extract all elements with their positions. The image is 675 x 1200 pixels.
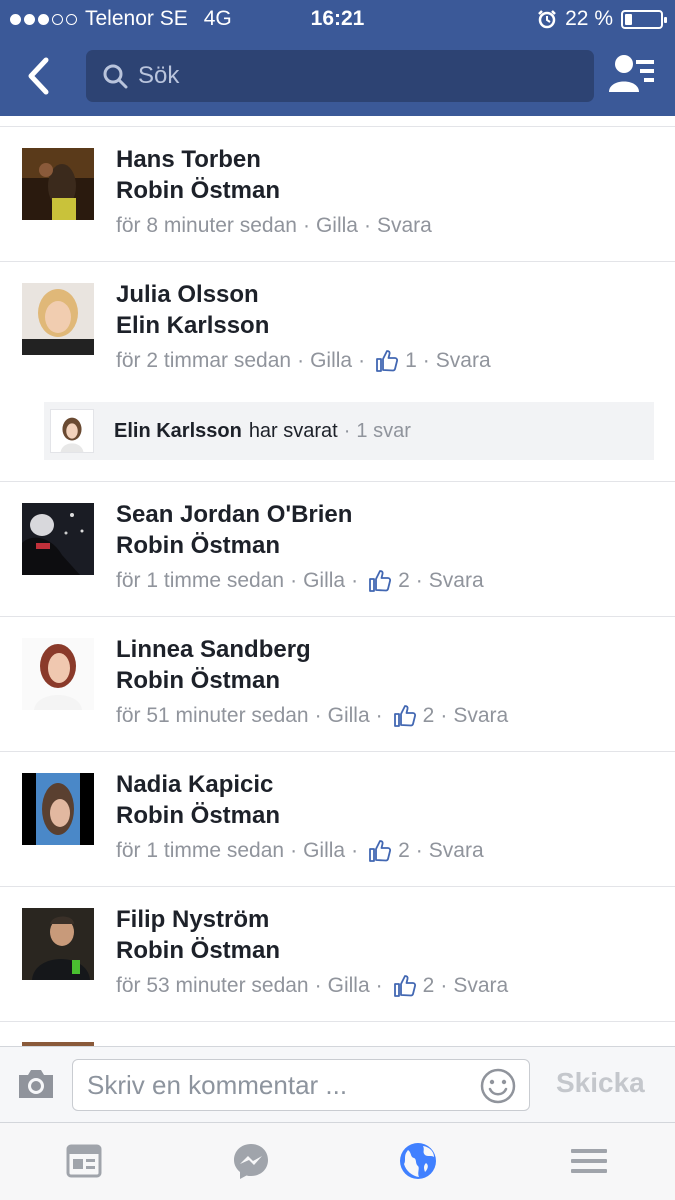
comment-time: för 2 timmar sedan — [116, 349, 292, 372]
tab-bar — [0, 1122, 675, 1200]
like-link[interactable]: Gilla — [303, 839, 345, 863]
reply-link[interactable]: Svara — [429, 569, 484, 593]
emoji-icon[interactable] — [479, 1067, 517, 1105]
alarm-icon — [538, 10, 557, 29]
tagged-name[interactable]: Robin Östman — [116, 800, 280, 831]
tagged-name[interactable]: Robin Östman — [116, 530, 352, 561]
like-link[interactable]: Gilla — [310, 349, 352, 373]
list-item[interactable]: Sean Jordan O'Brien Robin Östman för 1 t… — [0, 481, 675, 616]
reply-link[interactable]: Svara — [436, 349, 491, 373]
like-count[interactable]: 2 — [398, 839, 410, 863]
reply-link[interactable]: Svara — [377, 214, 432, 238]
like-link[interactable]: Gilla — [328, 704, 370, 728]
like-count[interactable]: 2 — [423, 704, 435, 728]
like-link[interactable]: Gilla — [316, 214, 358, 238]
thumbs-up-icon — [393, 975, 416, 997]
reply-avatar — [50, 409, 94, 453]
comment-field[interactable] — [72, 1059, 530, 1111]
commenter-name[interactable]: Sean Jordan O'Brien — [116, 499, 352, 530]
reply-count: 1 svar — [356, 419, 411, 442]
reply-summary[interactable]: Elin Karlsson har svarat · 1 svar — [44, 402, 654, 460]
battery-icon — [621, 9, 667, 29]
commenter-name[interactable]: Filip Nyström — [116, 904, 280, 935]
messenger-icon[interactable] — [231, 1141, 271, 1181]
reply-link[interactable]: Svara — [429, 839, 484, 863]
avatar[interactable] — [22, 283, 94, 355]
avatar[interactable] — [22, 908, 94, 980]
commenter-name[interactable]: Nadia Kapicic — [116, 769, 280, 800]
list-item-partial[interactable] — [0, 1021, 675, 1046]
tagged-name[interactable]: Robin Östman — [116, 665, 311, 696]
like-link[interactable]: Gilla — [303, 569, 345, 593]
battery-percent: 22 % — [565, 7, 613, 30]
comment-time: för 1 timme sedan — [116, 839, 285, 862]
thumbs-up-icon — [369, 840, 392, 862]
reply-link[interactable]: Svara — [453, 974, 508, 998]
back-arrow-icon[interactable] — [22, 54, 56, 98]
search-icon — [103, 64, 128, 89]
tagged-name[interactable]: Elin Karlsson — [116, 310, 269, 341]
reactions-list[interactable]: Hans Torben Robin Östman för 8 minuter s… — [0, 126, 675, 1046]
like-count[interactable]: 2 — [423, 974, 435, 998]
avatar[interactable] — [22, 773, 94, 845]
avatar[interactable] — [22, 148, 94, 220]
friend-list-icon[interactable] — [606, 52, 658, 96]
news-feed-icon[interactable] — [64, 1141, 104, 1181]
top-bar: Telenor SE 4G 16:21 22 % — [0, 0, 675, 116]
battery-fill — [625, 13, 632, 25]
reply-author[interactable]: Elin Karlsson — [114, 420, 242, 443]
like-count[interactable]: 2 — [398, 569, 410, 593]
reply-link[interactable]: Svara — [453, 704, 508, 728]
like-link[interactable]: Gilla — [328, 974, 370, 998]
comment-time: för 53 minuter sedan — [116, 974, 309, 997]
tagged-name[interactable]: Robin Östman — [116, 935, 280, 966]
reply-separator: · — [343, 419, 351, 442]
list-item[interactable]: Filip Nyström Robin Östman för 53 minute… — [0, 886, 675, 1021]
search-input[interactable] — [138, 62, 558, 90]
notifications-globe-icon[interactable] — [398, 1141, 438, 1181]
search-bar[interactable] — [86, 50, 594, 102]
tagged-name[interactable]: Robin Östman — [116, 175, 280, 206]
reply-text: har svarat — [248, 419, 338, 442]
send-button[interactable]: Skicka — [556, 1067, 645, 1099]
comment-composer: Skicka — [0, 1046, 675, 1122]
thumbs-up-icon — [393, 705, 416, 727]
menu-icon[interactable] — [569, 1141, 609, 1181]
comment-time: för 8 minuter sedan — [116, 214, 297, 237]
list-item[interactable]: Linnea Sandberg Robin Östman för 51 minu… — [0, 616, 675, 751]
commenter-name[interactable]: Julia Olsson — [116, 279, 269, 310]
avatar[interactable] — [22, 503, 94, 575]
list-item[interactable]: Nadia Kapicic Robin Östman för 1 timme s… — [0, 751, 675, 886]
commenter-name[interactable]: Linnea Sandberg — [116, 634, 311, 665]
comment-time: för 51 minuter sedan — [116, 704, 309, 727]
camera-icon[interactable] — [16, 1067, 56, 1101]
like-count[interactable]: 1 — [405, 349, 417, 373]
comment-input[interactable] — [87, 1070, 467, 1100]
list-item[interactable]: Hans Torben Robin Östman för 8 minuter s… — [0, 126, 675, 261]
thumbs-up-icon — [376, 350, 399, 372]
list-item[interactable]: Julia Olsson Elin Karlsson för 2 timmar … — [0, 261, 675, 481]
status-bar: Telenor SE 4G 16:21 22 % — [0, 0, 675, 38]
comment-time: för 1 timme sedan — [116, 569, 285, 592]
commenter-name[interactable]: Hans Torben — [116, 144, 280, 175]
avatar[interactable] — [22, 638, 94, 710]
thumbs-up-icon — [369, 570, 392, 592]
